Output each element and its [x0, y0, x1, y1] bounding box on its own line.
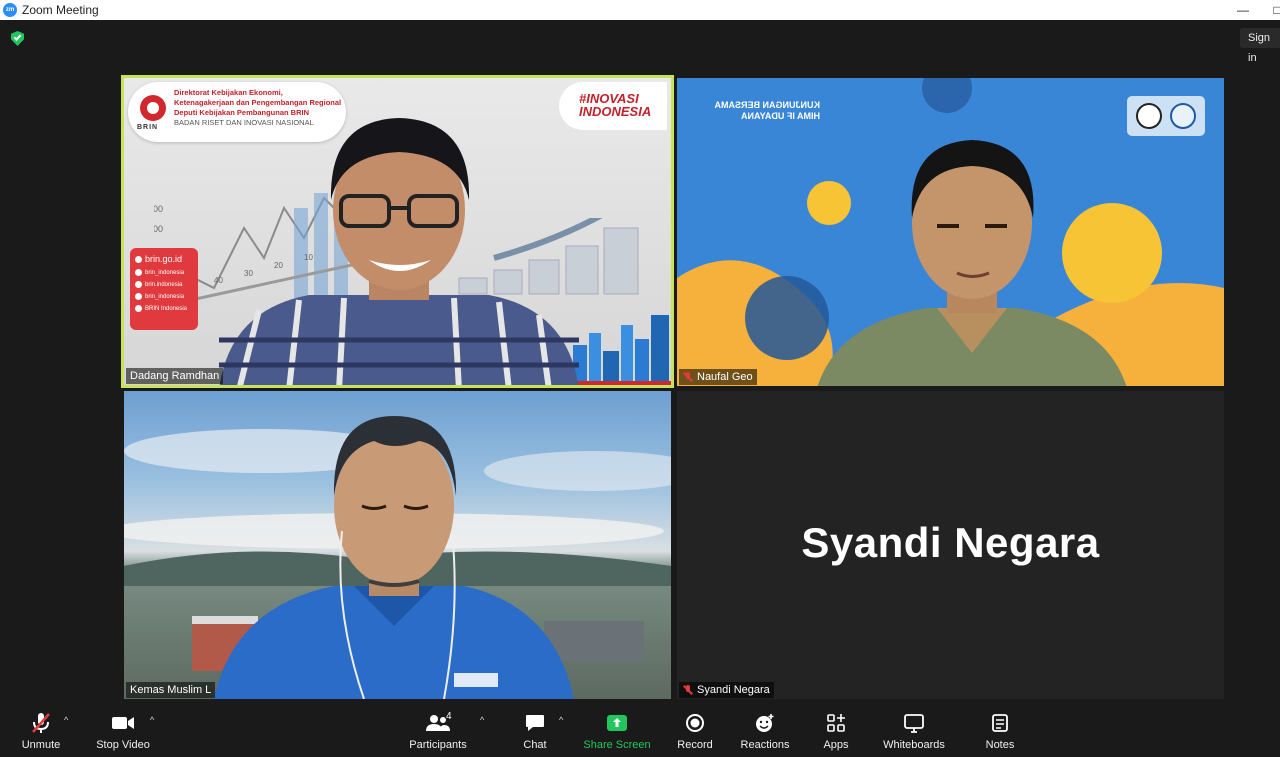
sign-in-button[interactable]: Sign in	[1240, 28, 1280, 64]
organization-logo-icon	[1136, 103, 1162, 129]
chart-tick-label: 500	[154, 204, 163, 214]
participant-name: Naufal Geo	[697, 371, 753, 383]
maximize-button[interactable]: □	[1262, 0, 1280, 20]
social-handle: BRIN Indonesia	[145, 305, 188, 312]
muted-mic-icon	[683, 372, 693, 382]
participant-name: Syandi Negara	[697, 684, 770, 696]
record-button[interactable]: Record	[677, 710, 713, 757]
window-title: Zoom Meeting	[22, 3, 99, 17]
participant-name-tag: Syandi Negara	[679, 682, 774, 698]
brin-logo-text: BRIN	[137, 124, 159, 131]
video-camera-icon	[112, 717, 134, 729]
share-screen-label: Share Screen	[583, 739, 651, 751]
reactions-button[interactable]: Reactions	[740, 710, 790, 757]
video-options-chevron-icon[interactable]: ^	[150, 716, 158, 725]
notes-label: Notes	[985, 739, 1015, 751]
participant-name-tag: Naufal Geo	[679, 369, 757, 385]
participants-label: Participants	[409, 739, 467, 751]
share-screen-button[interactable]: Share Screen	[583, 710, 651, 757]
zoom-app-icon: zm	[3, 3, 17, 17]
stop-video-label: Stop Video	[96, 739, 150, 751]
unmute-button[interactable]: Unmute	[20, 710, 62, 757]
globe-icon	[135, 255, 142, 263]
campaign-text: INDONESIA	[579, 104, 652, 119]
organization-logos	[1127, 96, 1205, 136]
participant-count: 4	[446, 711, 452, 722]
apps-button[interactable]: Apps	[820, 710, 852, 757]
muted-mic-icon	[683, 685, 693, 695]
participant-name-tag: Dadang Ramdhan	[126, 368, 224, 384]
participant-name-tag: Kemas Muslim L	[126, 682, 216, 698]
facebook-icon	[135, 281, 142, 288]
notes-icon	[992, 714, 1008, 732]
apps-grid-icon	[827, 714, 845, 732]
participant-video-person	[817, 140, 1127, 386]
video-tile-kemas[interactable]: Kemas Muslim L	[124, 391, 671, 699]
chart-tick-label: 400	[154, 224, 163, 234]
university-logo-icon	[1170, 103, 1196, 129]
chat-bubble-icon	[526, 715, 544, 731]
audio-options-chevron-icon[interactable]: ^	[64, 716, 72, 725]
participants-button[interactable]: 4 Participants	[408, 710, 468, 757]
muted-mic-icon	[32, 713, 50, 733]
unmute-label: Unmute	[21, 739, 61, 751]
participant-name: Kemas Muslim L	[130, 684, 212, 696]
youtube-icon	[135, 305, 142, 312]
social-handle: brin_indonesia	[145, 269, 185, 276]
social-handle: brin.indonesia	[145, 281, 183, 288]
chat-chevron-icon[interactable]: ^	[559, 716, 567, 725]
minimize-button[interactable]: —	[1228, 0, 1258, 20]
social-handle: brin_indonesia	[145, 293, 185, 300]
smiley-icon	[756, 714, 774, 732]
participants-chevron-icon[interactable]: ^	[480, 716, 488, 725]
whiteboards-button[interactable]: Whiteboards	[882, 710, 946, 757]
whiteboards-label: Whiteboards	[883, 739, 945, 751]
notes-button[interactable]: Notes	[983, 710, 1017, 757]
instagram-icon	[135, 269, 142, 276]
whiteboard-icon	[904, 714, 924, 733]
share-screen-icon	[607, 715, 627, 731]
city-skyline-graphic	[563, 315, 671, 385]
title-bar: zm Zoom Meeting — □	[0, 0, 1280, 20]
record-label: Record	[677, 739, 713, 751]
participant-name: Dadang Ramdhan	[130, 370, 220, 382]
twitter-icon	[135, 293, 142, 300]
social-media-card: brin.go.id brin_indonesia brin.indonesia…	[130, 248, 198, 330]
video-tile-syandi[interactable]: Syandi Negara Syandi Negara	[677, 391, 1224, 699]
video-tile-dadang[interactable]: 500 400 40 30 20 10 BRIN Direktorat Kebi…	[121, 75, 674, 388]
participant-display-name: Syandi Negara	[801, 519, 1100, 566]
meeting-top-bar: Sign in	[0, 20, 1280, 64]
brin-logo-icon	[140, 95, 166, 121]
background-caption: KUNJUNGAN BERSAMA HIMA IF UDAYANA	[714, 100, 820, 121]
chat-label: Chat	[523, 739, 547, 751]
stop-video-button[interactable]: Stop Video	[95, 710, 151, 757]
social-handle: brin.go.id	[145, 254, 183, 264]
participant-video-person	[219, 118, 579, 385]
record-icon	[686, 714, 704, 732]
apps-label: Apps	[823, 739, 849, 751]
video-tile-naufal[interactable]: KUNJUNGAN BERSAMA HIMA IF UDAYANA Naufal…	[677, 78, 1224, 386]
meeting-toolbar: Unmute ^ Stop Video ^ 4 Participants ^ C…	[0, 710, 1280, 757]
reactions-label: Reactions	[740, 739, 790, 751]
chat-button[interactable]: Chat	[520, 710, 550, 757]
participant-video-person	[214, 416, 574, 699]
